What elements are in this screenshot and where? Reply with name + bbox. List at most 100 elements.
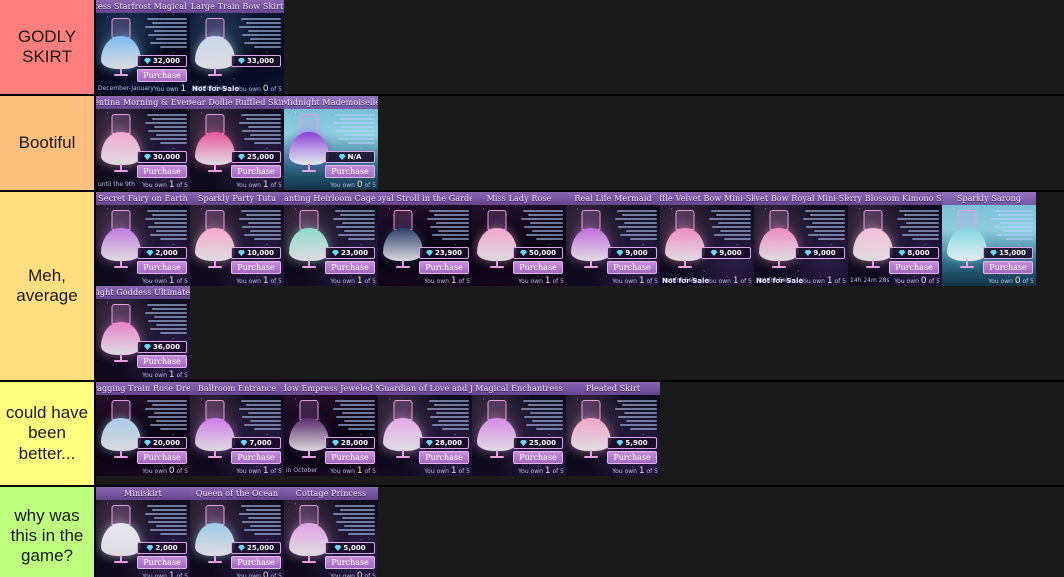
item-price-value: 9,000	[719, 249, 742, 257]
purchase-button[interactable]: Purchase	[325, 556, 375, 569]
tier-label[interactable]: Meh, average	[0, 192, 96, 380]
mannequin-base-icon	[490, 456, 504, 458]
description-line	[240, 210, 281, 212]
item-title: Cottage Princess	[284, 487, 378, 500]
item-footer: You own 1 of 5	[192, 276, 282, 285]
purchase-button[interactable]: Purchase	[325, 451, 375, 464]
mannequin-base-icon	[772, 266, 786, 268]
item-footer: Not for Sale You own 0 of 5	[192, 84, 282, 93]
description-line	[148, 416, 187, 418]
item-footer: You own 1 of 5	[286, 276, 376, 285]
description-line	[441, 238, 469, 240]
tier-item[interactable]: Large Train Bow Skirt 33,000 Not for Sale N…	[190, 0, 284, 94]
tier-item[interactable]: Magical Enchantress 25,000 Purchase You own…	[472, 382, 566, 476]
purchase-button[interactable]: Purchase	[513, 261, 563, 274]
tier-item[interactable]: Ballroom Entrance 7,000 Purchase You own 1 …	[190, 382, 284, 476]
item-title: Dragging Train Rose Dress	[96, 382, 190, 395]
tier-items-container[interactable]: Miniskirt 2,000 Purchase You own 1 of 5 Quee…	[96, 487, 1064, 577]
description-line	[712, 226, 751, 228]
item-price-value: 20,000	[152, 439, 180, 447]
tier-item[interactable]: Dear Dollie Ruffled Skirt 25,000 Purchase Y…	[190, 96, 284, 190]
purchase-button[interactable]: Purchase	[137, 451, 187, 464]
tier-item[interactable]: Miniskirt 2,000 Purchase You own 1 of 5	[96, 487, 190, 577]
purchase-button[interactable]: Purchase	[325, 261, 375, 274]
mannequin-base-icon	[302, 456, 316, 458]
purchase-button[interactable]: Purchase	[325, 165, 375, 178]
purchase-button[interactable]: Purchase	[983, 261, 1033, 274]
purchase-button[interactable]: Purchase	[137, 165, 187, 178]
tier-item[interactable]: Queen of the Ocean 25,000 Purchase You own …	[190, 487, 284, 577]
purchase-button[interactable]: Purchase	[137, 69, 187, 82]
tier-item[interactable]: Cottage Princess 5,000 Purchase You own 0 o…	[284, 487, 378, 577]
description-line	[244, 529, 281, 531]
description-line	[347, 428, 375, 430]
tier-label[interactable]: GODLY SKIRT	[0, 0, 96, 94]
description-line	[332, 218, 375, 220]
purchase-button[interactable]: Purchase	[419, 451, 469, 464]
tier-item[interactable]: Dragging Train Rose Dress 20,000 Purchase Y…	[96, 382, 190, 476]
description-line	[812, 222, 845, 224]
item-title: Dear Dollie Ruffled Skirt	[190, 96, 284, 109]
item-description-lines	[143, 302, 187, 344]
mannequin-base-icon	[678, 266, 692, 268]
diamond-icon	[519, 440, 527, 446]
mannequin-bodice-icon	[299, 505, 319, 525]
description-line	[441, 428, 469, 430]
description-line	[242, 34, 281, 36]
tier-item[interactable]: Enchanting Heirloom Cage Skirt 23,000 Purc…	[284, 192, 378, 286]
description-line	[992, 210, 1033, 212]
mannequin-bodice-icon	[205, 114, 225, 134]
description-line	[144, 26, 187, 28]
diamond-icon	[331, 440, 339, 446]
description-line	[244, 424, 281, 426]
purchase-button[interactable]: Purchase	[607, 261, 657, 274]
tier-items-container[interactable]: Dragging Train Rose Dress 20,000 Purchase Y…	[96, 382, 1064, 485]
tier-item[interactable]: Royal Stroll in the Garden 23,900 Purchase…	[378, 192, 472, 286]
tier-label[interactable]: why was this in the game?	[0, 487, 96, 577]
purchase-button[interactable]: Purchase	[231, 451, 281, 464]
tier-items-container[interactable]: Secret Fairy on Earth 2,000 Purchase You ow…	[96, 192, 1064, 380]
tier-label[interactable]: Bootiful	[0, 96, 96, 190]
description-line	[339, 404, 375, 406]
purchase-button[interactable]: Purchase	[419, 261, 469, 274]
description-line	[240, 18, 281, 20]
tier-item[interactable]: Moonlight Goddess Ultimate Flare 36,000 Pu…	[96, 286, 190, 380]
item-footer: in October You own 1 of 5	[286, 466, 376, 475]
item-footer: You own 1 of 5	[192, 466, 282, 475]
purchase-button[interactable]: Purchase	[513, 451, 563, 464]
item-price-value: 7,000	[249, 439, 272, 447]
tier-items-container[interactable]: Princess Starfrost Magical Skirt 32,000 Pu…	[96, 0, 1064, 94]
tier-items-container[interactable]: Valentina Morning & Evening 30,000 Purchas…	[96, 96, 1064, 190]
tiermaker-page: TiERMAKER GODLY SKIRTPrincess Starfrost …	[0, 0, 1064, 577]
purchase-button[interactable]: Purchase	[137, 261, 187, 274]
tier-item[interactable]: Princess Starfrost Magical Skirt 32,000 Pu…	[96, 0, 190, 94]
tier-item[interactable]: Midnight Mademoiselle N/A Purchase You own …	[284, 96, 378, 190]
tier-item[interactable]: Royal Guardian of Love and Justice 28,000…	[378, 382, 472, 476]
purchase-button[interactable]: Purchase	[889, 261, 939, 274]
description-line	[150, 424, 187, 426]
tier-item[interactable]: Cherry Blossom Kimono Skirt 8,000 Purchase…	[848, 192, 942, 286]
tier-item[interactable]: Ruffle Velvet Bow Mini-Skirt 9,000 Not for…	[660, 192, 754, 286]
description-line	[524, 226, 563, 228]
tier-item[interactable]: Miss Lady Rose 50,000 Purchase You own 1 of…	[472, 192, 566, 286]
tier-item[interactable]: Sparkly Sarong 15,000 Purchase You own 0 of…	[942, 192, 1036, 286]
tier-item[interactable]: Velvet Bow Royal Mini-Skirt 9,000 Not for …	[754, 192, 848, 286]
tier-label[interactable]: could have been better...	[0, 382, 96, 485]
tier-item[interactable]: Secret Fairy on Earth 2,000 Purchase You ow…	[96, 192, 190, 286]
tier-item[interactable]: Valentina Morning & Evening 30,000 Purchas…	[96, 96, 190, 190]
description-line	[804, 210, 845, 212]
purchase-button[interactable]: Purchase	[607, 451, 657, 464]
purchase-button[interactable]: Purchase	[137, 355, 187, 368]
description-line	[253, 428, 281, 430]
tier-item[interactable]: Real Life Mermaid 9,000 Purchase You own 1 …	[566, 192, 660, 286]
tier-item[interactable]: Shadow Empress Jeweled Skirt 28,000 Purcha…	[284, 382, 378, 476]
tier-item[interactable]: Sparkly Party Tutu 10,000 Purchase You own …	[190, 192, 284, 286]
description-line	[708, 218, 751, 220]
item-title: Royal Guardian of Love and Justice	[378, 382, 472, 395]
purchase-button[interactable]: Purchase	[231, 261, 281, 274]
tier-item[interactable]: Pleated Skirt 5,900 Purchase You own 1 of 5	[566, 382, 660, 476]
mannequin-bodice-icon	[393, 210, 413, 230]
purchase-button[interactable]: Purchase	[231, 556, 281, 569]
purchase-button[interactable]: Purchase	[231, 165, 281, 178]
purchase-button[interactable]: Purchase	[137, 556, 187, 569]
